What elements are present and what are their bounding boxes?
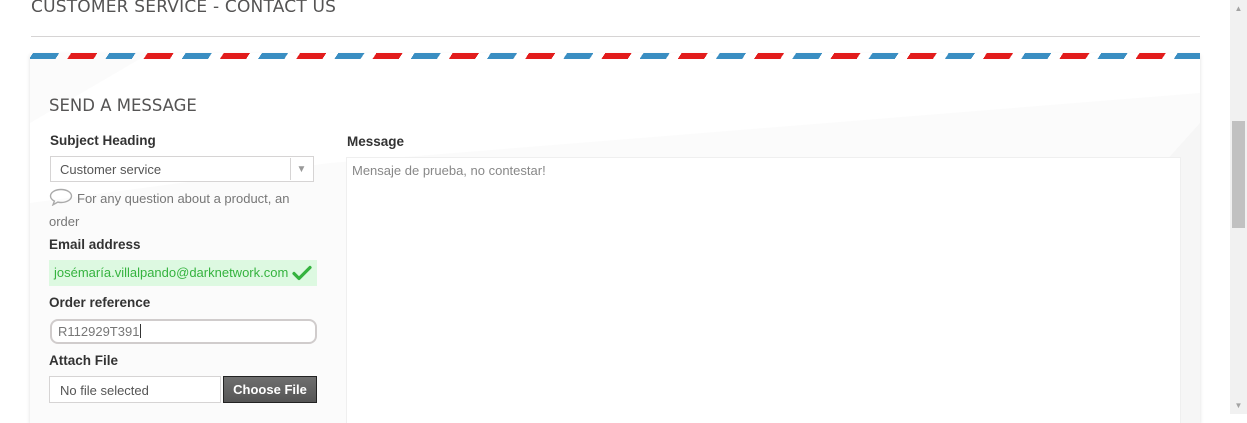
message-value: Mensaje de prueba, no contestar! [352,163,546,178]
email-value: josémaría.villalpando@darknetwork.com [54,265,289,280]
subject-description: For any question about a product, an ord… [49,187,314,233]
choose-file-button[interactable]: Choose File [223,376,317,403]
page-scrollbar[interactable]: ▲ ▼ [1230,0,1247,414]
email-field[interactable]: josémaría.villalpando@darknetwork.com [49,260,317,286]
chevron-down-icon[interactable]: ▼ [290,158,312,180]
text-caret [140,324,142,338]
order-reference-input[interactable]: R112929T391 [50,319,317,344]
email-label: Email address [49,237,141,252]
file-name-field[interactable]: No file selected [49,376,221,403]
speech-bubble-icon [49,188,73,206]
attach-label: Attach File [49,353,119,368]
scroll-down-icon[interactable]: ▼ [1230,397,1247,414]
message-textarea[interactable]: Mensaje de prueba, no contestar! [346,157,1181,423]
section-title: SEND A MESSAGE [49,96,197,115]
contact-form-card: SEND A MESSAGE Subject Heading Customer … [30,53,1200,423]
scroll-thumb[interactable] [1232,121,1245,228]
order-value-text: R112929T391 [58,324,140,339]
subject-label: Subject Heading [50,133,156,148]
scroll-up-icon[interactable]: ▲ [1230,0,1247,17]
page-title: CUSTOMER SERVICE - CONTACT US [31,0,337,17]
order-label: Order reference [49,295,151,310]
subject-selected-value: Customer service [60,162,162,177]
message-label: Message [347,134,405,149]
order-value: R112929T391 [58,324,142,339]
checkmark-icon [292,265,312,281]
subject-select[interactable]: Customer service ▼ [50,156,314,182]
file-name-text: No file selected [60,383,149,398]
title-divider [31,36,1200,37]
subject-description-text: For any question about a product, an ord… [49,191,290,229]
airmail-stripes [30,53,1200,59]
